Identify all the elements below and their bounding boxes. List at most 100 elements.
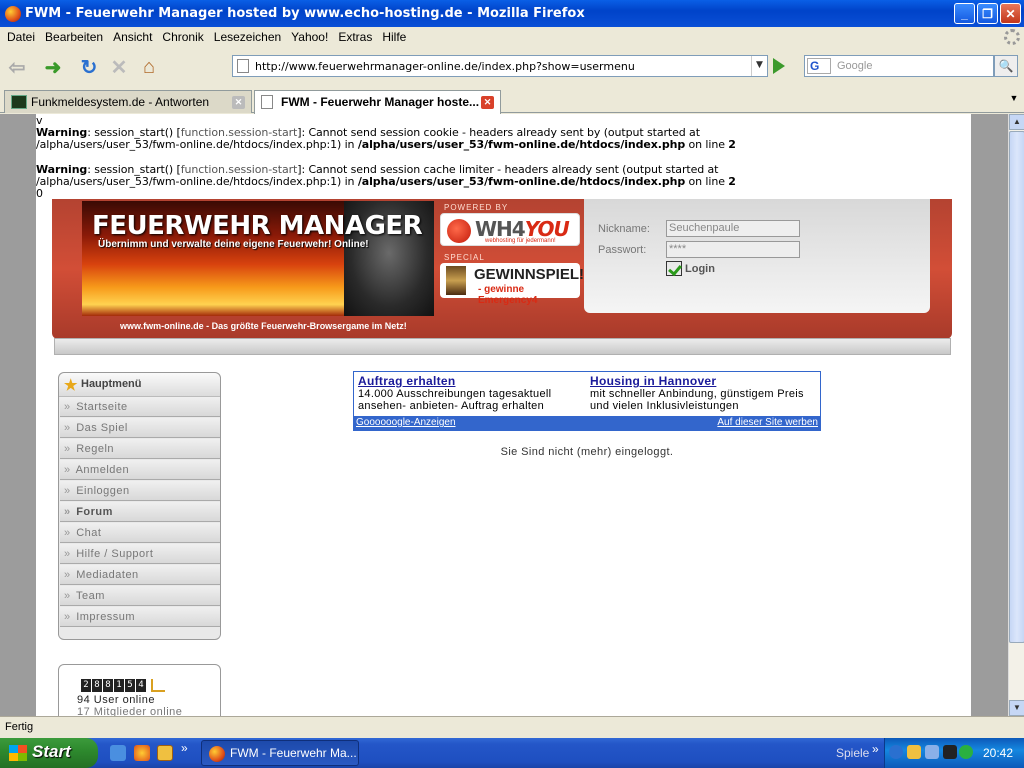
login-form: Nickname: Seuchenpaule Passwort: **** Lo… bbox=[584, 199, 930, 313]
ad-left: Auftrag erhalten 14.000 Ausschreibungen … bbox=[358, 374, 588, 412]
window-titlebar: FWM - Feuerwehr Manager hosted by www.ec… bbox=[0, 0, 1024, 27]
tab-fwm[interactable]: FWM - Feuerwehr Manager hoste... ✕ bbox=[254, 90, 501, 114]
tray-clock-icon[interactable] bbox=[907, 745, 921, 759]
nickname-label: Nickname: bbox=[598, 223, 650, 235]
menu-yahoo[interactable]: Yahoo! bbox=[286, 30, 333, 44]
advertise-link[interactable]: Auf dieser Site werben bbox=[717, 417, 818, 428]
main-menu-title: ★ Hauptmenü bbox=[59, 373, 220, 397]
sidebar-item-hilfe-support[interactable]: » Hilfe / Support bbox=[60, 544, 220, 564]
sponsor-tagline: webhosting für jedermann! bbox=[485, 238, 556, 244]
logo-title: FEUERWEHR MANAGER bbox=[92, 211, 423, 241]
scroll-thumb[interactable] bbox=[1009, 131, 1024, 643]
visitor-counter[interactable]: 288154 bbox=[81, 679, 166, 692]
notification-area: 20:42 bbox=[884, 738, 1024, 768]
ad-right: Housing in Hannover mit schneller Anbind… bbox=[590, 374, 820, 412]
powered-by-label: POWERED BY bbox=[444, 203, 509, 212]
search-box[interactable]: G Google bbox=[804, 55, 994, 77]
start-button[interactable]: Start bbox=[0, 738, 98, 768]
firefox-icon bbox=[209, 746, 225, 762]
go-button[interactable] bbox=[773, 58, 785, 74]
search-button[interactable]: 🔍 bbox=[994, 55, 1018, 77]
taskbar-firefox-window[interactable]: FWM - Feuerwehr Ma... bbox=[201, 740, 359, 766]
tab-close-icon[interactable]: ✕ bbox=[232, 96, 245, 109]
quicklaunch-explorer-icon[interactable] bbox=[110, 745, 126, 761]
menu-hilfe[interactable]: Hilfe bbox=[377, 30, 411, 44]
stop-button[interactable]: ✕ bbox=[106, 54, 132, 80]
quicklaunch-firefox-icon[interactable] bbox=[134, 745, 150, 761]
search-engine-icon[interactable]: G bbox=[807, 58, 831, 74]
star-icon: ★ bbox=[64, 377, 78, 394]
logo-banner[interactable]: FEUERWEHR MANAGER Übernimm und verwalte … bbox=[82, 201, 434, 316]
gewinnspiel-banner[interactable]: GEWINNSPIEL! - gewinne Emergency4 bbox=[440, 263, 584, 306]
sidebar-item-forum[interactable]: » Forum bbox=[60, 502, 220, 522]
tab-label: Funkmeldesystem.de - Antworten bbox=[31, 95, 210, 109]
login-button[interactable]: Login bbox=[666, 261, 715, 276]
windows-taskbar: Start » FWM - Feuerwehr Ma... Spiele » 2… bbox=[0, 738, 1024, 768]
scroll-down-button[interactable]: ▼ bbox=[1009, 700, 1024, 716]
google-ad-block: Auftrag erhalten 14.000 Ausschreibungen … bbox=[353, 371, 821, 431]
forward-button[interactable]: ➜ bbox=[40, 54, 66, 80]
tab-funkmeldesystem[interactable]: Funkmeldesystem.de - Antworten ✕ bbox=[4, 90, 252, 113]
quicklaunch-more-icon[interactable]: » bbox=[181, 741, 188, 755]
minimize-button[interactable]: _ bbox=[954, 3, 975, 24]
ad-right-text: mit schneller Anbindung, günstigem Preis… bbox=[590, 388, 804, 412]
tray-network-icon[interactable] bbox=[925, 745, 939, 759]
sidebar-item-impressum[interactable]: » Impressum bbox=[60, 607, 220, 627]
quicklaunch-clock-icon[interactable] bbox=[157, 745, 173, 761]
password-input[interactable]: **** bbox=[666, 241, 800, 258]
back-button[interactable]: ⇦ bbox=[4, 54, 30, 80]
game-box-image bbox=[446, 266, 466, 295]
toolbar-spiele[interactable]: Spiele bbox=[836, 746, 869, 760]
tray-back-icon[interactable] bbox=[889, 745, 903, 759]
close-button[interactable]: ✕ bbox=[1000, 3, 1021, 24]
url-bar[interactable]: http://www.feuerwehrmanager-online.de/in… bbox=[232, 55, 768, 77]
home-button[interactable]: ⌂ bbox=[136, 54, 162, 80]
sidebar-item-regeln[interactable]: » Regeln bbox=[60, 439, 220, 459]
page-icon bbox=[237, 59, 249, 73]
menu-extras[interactable]: Extras bbox=[333, 30, 377, 44]
main-menu: ★ Hauptmenü » Startseite » Das Spiel » Re… bbox=[58, 372, 221, 640]
gewinnspiel-subtitle: - gewinne Emergency4 bbox=[478, 284, 538, 306]
google-ads-link[interactable]: Goooooogle-Anzeigen bbox=[356, 417, 456, 428]
special-label: SPECIAL bbox=[444, 253, 485, 262]
users-online: 94 User online bbox=[77, 694, 155, 706]
sidebar-item-team[interactable]: » Team bbox=[60, 586, 220, 606]
gewinnspiel-title: GEWINNSPIEL! bbox=[474, 266, 585, 283]
tray-more-icon[interactable]: » bbox=[872, 742, 879, 756]
menu-datei[interactable]: Datei bbox=[2, 30, 40, 44]
menu-chronik[interactable]: Chronik bbox=[157, 30, 208, 44]
vertical-scrollbar[interactable]: ▲ ▼ bbox=[1008, 114, 1024, 716]
tray-status-icon[interactable] bbox=[959, 745, 973, 759]
sponsor-banner[interactable]: WH4YOU webhosting für jedermann! bbox=[440, 213, 580, 246]
ad-footer: Goooooogle-Anzeigen Auf dieser Site werb… bbox=[354, 416, 820, 430]
sidebar-item-chat[interactable]: » Chat bbox=[60, 523, 220, 543]
warning-line: 0 bbox=[36, 187, 43, 200]
warning-line: /alpha/users/user_53/fwm-online.de/htdoc… bbox=[36, 138, 736, 151]
sidebar-item-das-spiel[interactable]: » Das Spiel bbox=[60, 418, 220, 438]
logo-subtitle: Übernimm und verwalte deine eigene Feuer… bbox=[98, 239, 369, 250]
sidebar-item-startseite[interactable]: » Startseite bbox=[60, 397, 220, 417]
tray-messenger-icon[interactable] bbox=[943, 745, 957, 759]
system-tray: Spiele » 20:42 bbox=[828, 738, 1024, 768]
maximize-button[interactable]: ❐ bbox=[977, 3, 998, 24]
sidebar-item-mediadaten[interactable]: » Mediadaten bbox=[60, 565, 220, 585]
scroll-up-button[interactable]: ▲ bbox=[1009, 114, 1024, 130]
url-dropdown-icon[interactable]: ▼ bbox=[751, 56, 767, 76]
throbber-icon bbox=[1004, 29, 1020, 45]
tab-close-icon[interactable]: ✕ bbox=[481, 96, 494, 109]
header-tagline: www.fwm-online.de - Das größte Feuerwehr… bbox=[120, 321, 407, 331]
tab-list-icon[interactable]: ▼ bbox=[1006, 93, 1022, 107]
navigation-toolbar: ⇦ ➜ ↻ ✕ ⌂ http://www.feuerwehrmanager-on… bbox=[0, 47, 1024, 87]
reload-button[interactable]: ↻ bbox=[76, 54, 102, 80]
menu-lesezeichen[interactable]: Lesezeichen bbox=[209, 30, 286, 44]
sidebar-item-einloggen[interactable]: » Einloggen bbox=[60, 481, 220, 501]
menu-ansicht[interactable]: Ansicht bbox=[108, 30, 157, 44]
ad-right-link[interactable]: Housing in Hannover bbox=[590, 374, 820, 388]
firefox-icon bbox=[5, 5, 21, 22]
clock: 20:42 bbox=[983, 746, 1014, 760]
nickname-input[interactable]: Seuchenpaule bbox=[666, 220, 800, 237]
ad-left-link[interactable]: Auftrag erhalten bbox=[358, 374, 588, 388]
menu-bar: Datei Bearbeiten Ansicht Chronik Lesezei… bbox=[0, 27, 1024, 47]
sidebar-item-anmelden[interactable]: » Anmelden bbox=[60, 460, 220, 480]
menu-bearbeiten[interactable]: Bearbeiten bbox=[40, 30, 108, 44]
